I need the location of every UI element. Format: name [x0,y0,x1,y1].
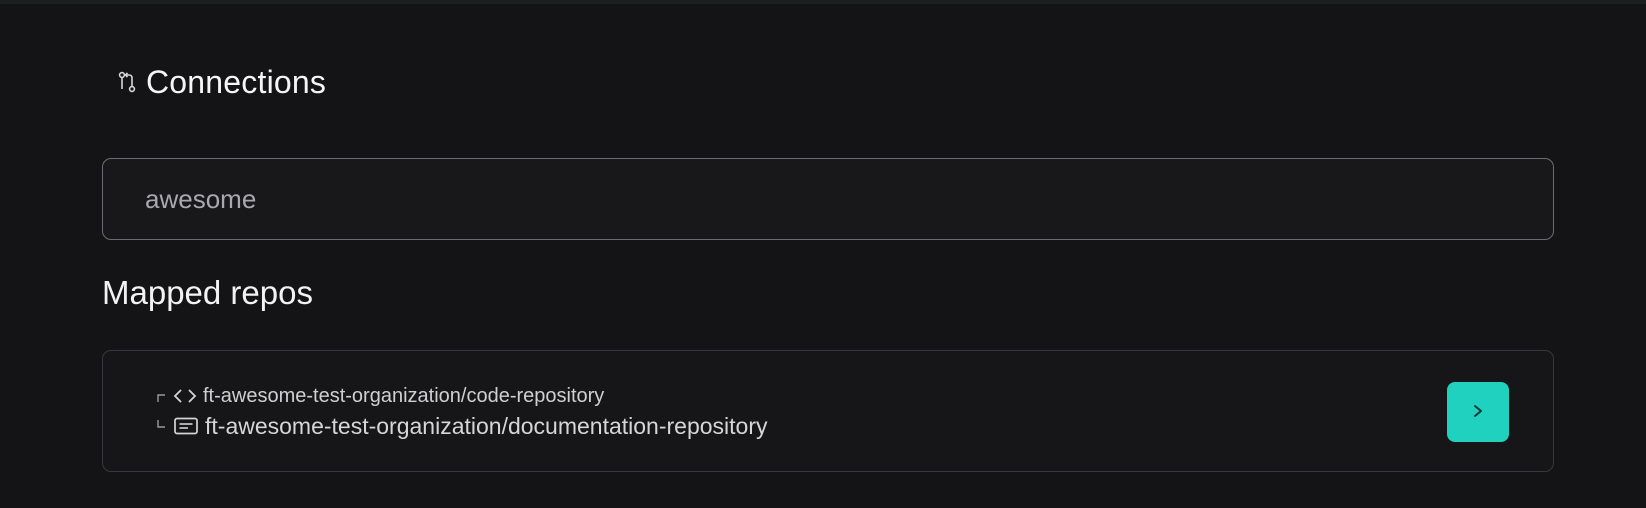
repo-name: ft-awesome-test-organization/code-reposi… [203,384,605,407]
page-title: Connections [146,63,327,100]
page-header: Connections [116,62,326,102]
git-compare-icon [116,71,138,93]
chevron-right-icon [1471,404,1485,421]
search-input[interactable] [145,159,1505,239]
tree-branch-top-icon [155,383,167,409]
document-icon [173,416,199,436]
mapped-repos-heading: Mapped repos [102,274,313,311]
repo-name: ft-awesome-test-organization/documentati… [205,412,768,439]
connections-page: Connections Mapped repos ft-awesome-test… [102,0,1554,508]
mapped-repo-card: ft-awesome-test-organization/code-reposi… [102,350,1554,472]
repo-item-documentation: ft-awesome-test-organization/documentati… [155,410,768,442]
search-field[interactable] [102,158,1554,240]
code-icon [173,387,197,405]
open-repo-button[interactable] [1447,382,1509,442]
repo-item-code: ft-awesome-test-organization/code-reposi… [155,383,604,409]
tree-branch-bottom-icon [155,413,167,439]
